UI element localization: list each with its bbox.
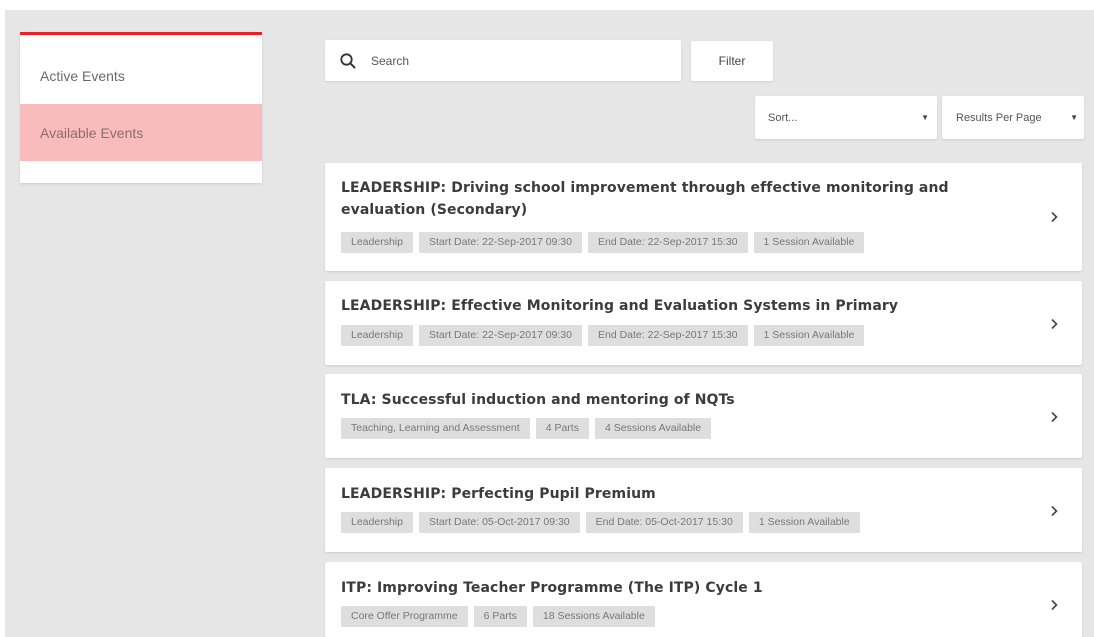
category-tag: Teaching, Learning and Assessment bbox=[341, 418, 530, 439]
sidebar-item-active-events[interactable]: Active Events bbox=[20, 47, 262, 104]
chevron-right-icon bbox=[1051, 211, 1058, 223]
page-background: Active Events Available Events Filter So… bbox=[5, 10, 1094, 637]
event-card[interactable]: LEADERSHIP: Driving school improvement t… bbox=[325, 163, 1082, 271]
event-title: ITP: Improving Teacher Programme (The IT… bbox=[341, 580, 763, 596]
event-title: LEADERSHIP: Effective Monitoring and Eva… bbox=[341, 298, 899, 314]
start-date-tag: Start Date: 22-Sep-2017 09:30 bbox=[418, 232, 582, 253]
start-date-tag: Start Date: 22-Sep-2017 09:30 bbox=[418, 325, 582, 346]
sidebar-item-available-events[interactable]: Available Events bbox=[20, 104, 262, 161]
search-box bbox=[325, 40, 681, 81]
end-date-tag: End Date: 05-Oct-2017 15:30 bbox=[585, 512, 743, 533]
event-tags: Teaching, Learning and Assessment 4 Part… bbox=[341, 418, 712, 439]
chevron-right-icon bbox=[1051, 599, 1058, 611]
sidebar-item-label: Available Events bbox=[40, 124, 144, 141]
parts-tag: 4 Parts bbox=[535, 418, 589, 439]
start-date-tag: Start Date: 05-Oct-2017 09:30 bbox=[418, 512, 580, 533]
search-input[interactable] bbox=[371, 53, 661, 68]
sessions-tag: 1 Session Available bbox=[753, 232, 865, 253]
event-card[interactable]: LEADERSHIP: Effective Monitoring and Eva… bbox=[325, 281, 1082, 365]
sort-select[interactable]: Sort... ▼ bbox=[755, 96, 937, 139]
sessions-tag: 4 Sessions Available bbox=[594, 418, 712, 439]
end-date-tag: End Date: 22-Sep-2017 15:30 bbox=[587, 325, 748, 346]
chevron-right-icon bbox=[1051, 318, 1058, 330]
event-card[interactable]: TLA: Successful induction and mentoring … bbox=[325, 374, 1082, 458]
sidebar-item-label: Active Events bbox=[40, 67, 125, 84]
event-title: TLA: Successful induction and mentoring … bbox=[341, 392, 735, 408]
chevron-right-icon bbox=[1051, 411, 1058, 423]
event-title: LEADERSHIP: Perfecting Pupil Premium bbox=[341, 486, 656, 502]
sessions-tag: 1 Session Available bbox=[753, 325, 865, 346]
event-tags: Leadership Start Date: 22-Sep-2017 09:30… bbox=[341, 325, 865, 346]
sessions-tag: 1 Session Available bbox=[748, 512, 860, 533]
caret-down-icon: ▼ bbox=[921, 113, 929, 122]
event-card[interactable]: ITP: Improving Teacher Programme (The IT… bbox=[325, 562, 1082, 637]
chevron-right-icon bbox=[1051, 505, 1058, 517]
search-icon[interactable] bbox=[325, 40, 371, 81]
category-tag: Leadership bbox=[341, 232, 413, 253]
event-title: LEADERSHIP: Driving school improvement t… bbox=[341, 180, 949, 218]
category-tag: Core Offer Programme bbox=[341, 606, 468, 627]
event-tags: Leadership Start Date: 05-Oct-2017 09:30… bbox=[341, 512, 860, 533]
results-per-page-label: Results Per Page bbox=[956, 111, 1042, 124]
sessions-tag: 18 Sessions Available bbox=[532, 606, 655, 627]
event-card[interactable]: LEADERSHIP: Perfecting Pupil Premium Lea… bbox=[325, 468, 1082, 552]
filter-button-label: Filter bbox=[718, 54, 746, 68]
parts-tag: 6 Parts bbox=[473, 606, 527, 627]
category-tag: Leadership bbox=[341, 325, 413, 346]
event-tags: Core Offer Programme 6 Parts 18 Sessions… bbox=[341, 606, 655, 627]
sort-select-label: Sort... bbox=[768, 111, 798, 124]
results-per-page-select[interactable]: Results Per Page ▼ bbox=[942, 96, 1084, 139]
caret-down-icon: ▼ bbox=[1070, 113, 1078, 122]
filter-button[interactable]: Filter bbox=[691, 41, 773, 81]
event-tags: Leadership Start Date: 22-Sep-2017 09:30… bbox=[341, 232, 865, 253]
sidebar: Active Events Available Events bbox=[20, 32, 262, 183]
category-tag: Leadership bbox=[341, 512, 413, 533]
end-date-tag: End Date: 22-Sep-2017 15:30 bbox=[587, 232, 748, 253]
